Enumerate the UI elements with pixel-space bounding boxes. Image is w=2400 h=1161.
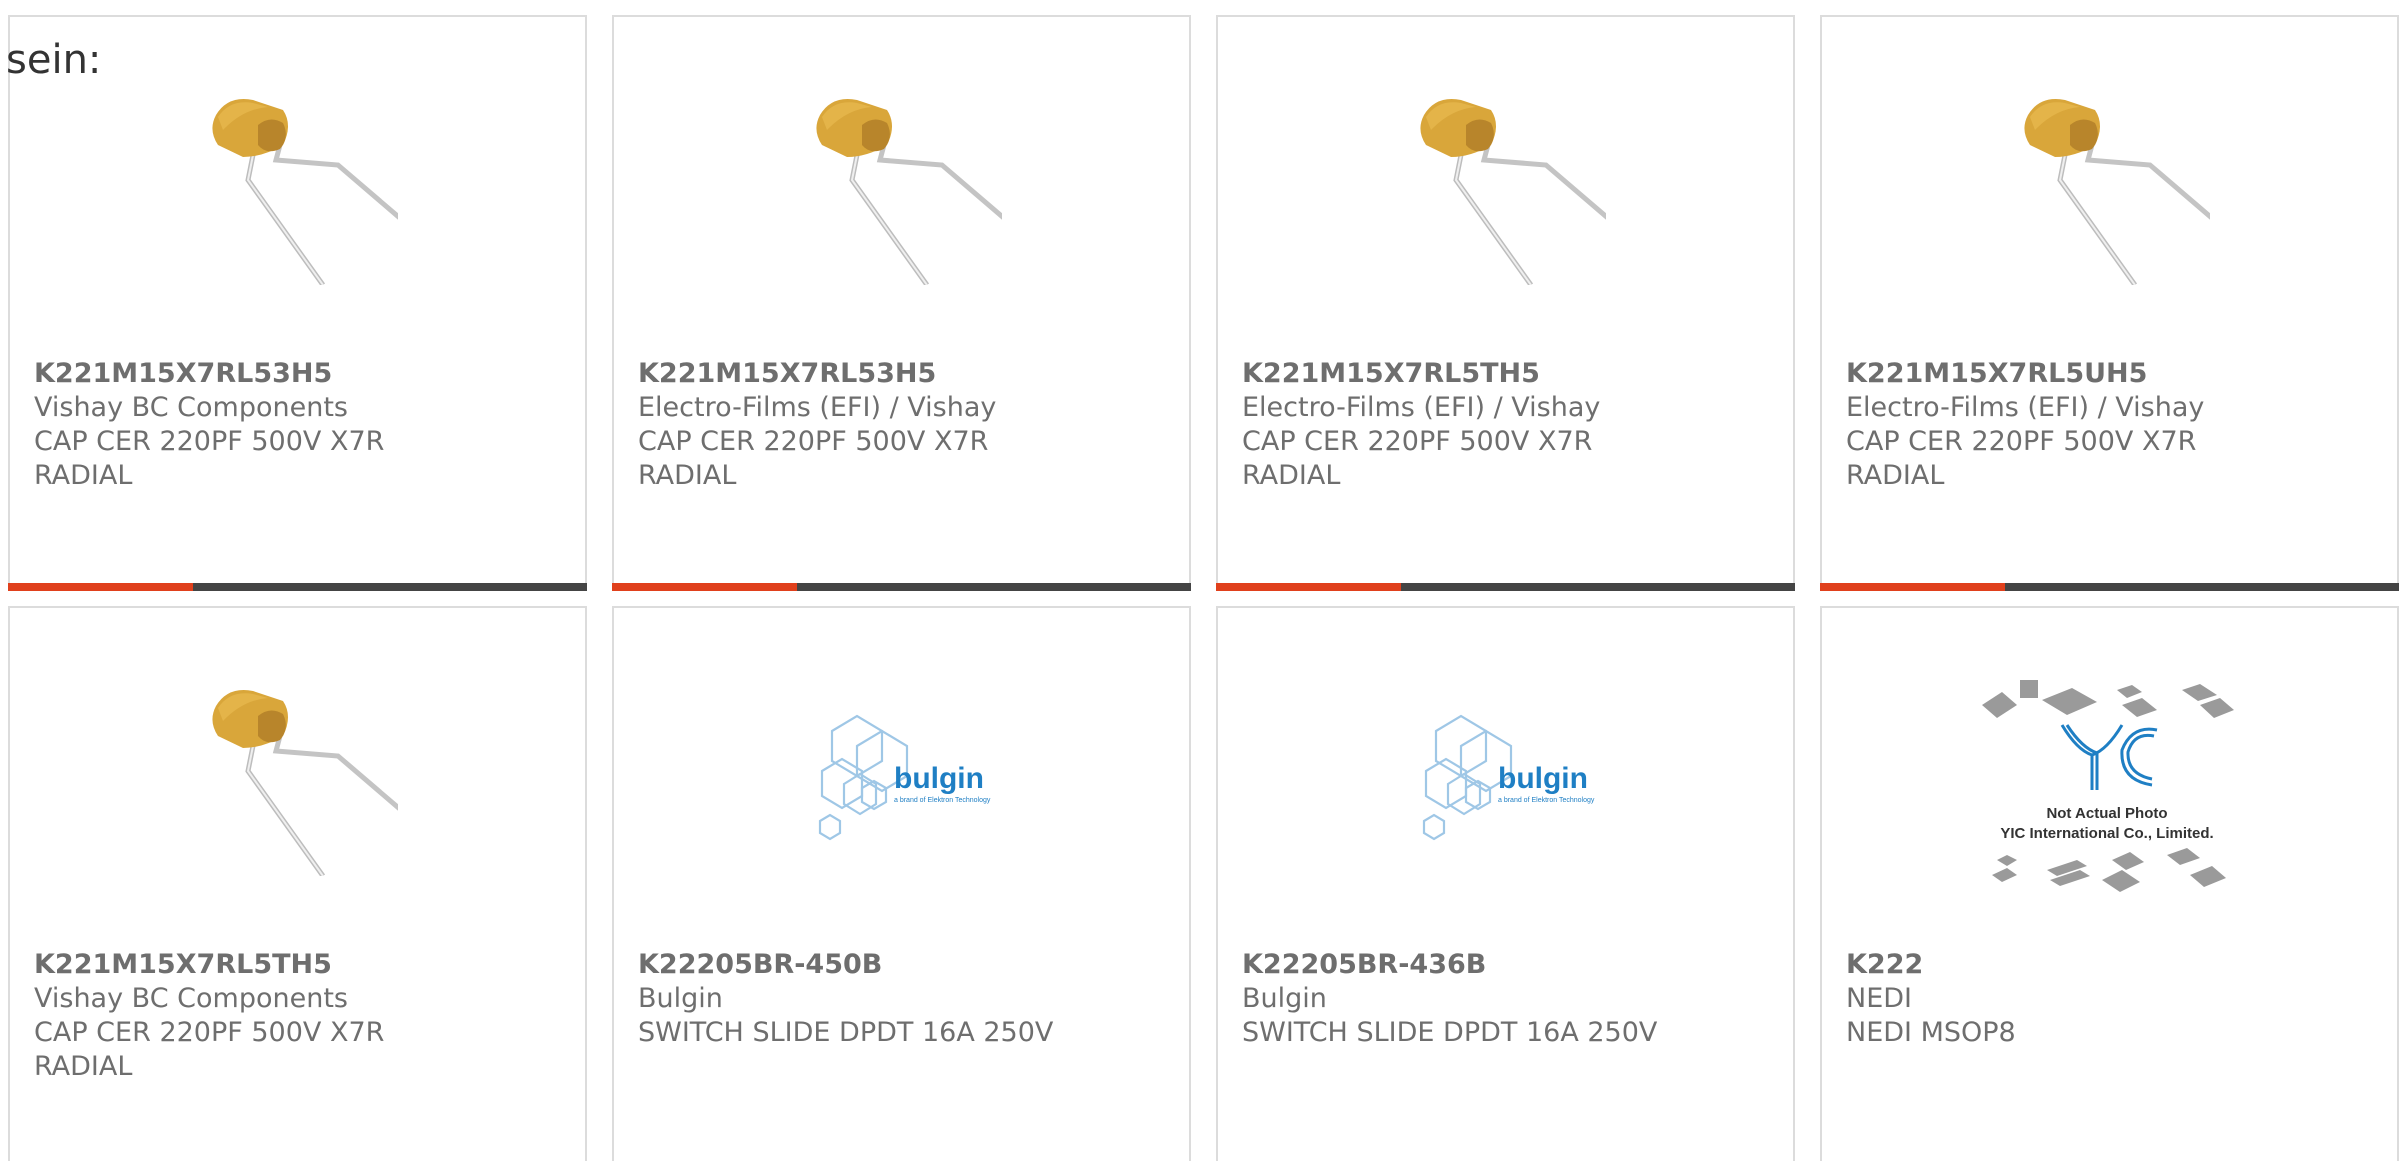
product-info: K221M15X7RL53H5 Electro-Films (EFI) / Vis… <box>638 357 1169 493</box>
card-status-bar <box>1216 583 1795 591</box>
part-number[interactable]: K22205BR-436B <box>1242 948 1773 982</box>
bulgin-logo-subtext: a brand of Elektron Technology <box>894 797 991 804</box>
product-info: K22205BR-450B Bulgin SWITCH SLIDE DPDT 16A… <box>638 948 1169 1050</box>
product-image[interactable] <box>2010 85 2210 285</box>
product-card[interactable]: bulgin a brand of Elektron Technology K22… <box>612 606 1191 1161</box>
card-status-bar <box>8 583 587 591</box>
product-card[interactable]: K221M15X7RL5TH5 Electro-Films (EFI) / Vis… <box>1216 15 1795 591</box>
description-line: RADIAL <box>1242 460 1341 491</box>
capacitor-icon <box>198 676 398 876</box>
bar-accent-segment <box>8 583 193 591</box>
card-status-bar <box>1820 583 2399 591</box>
product-card[interactable]: K221M15X7RL53H5 Electro-Films (EFI) / Vis… <box>612 15 1191 591</box>
description-line: SWITCH SLIDE DPDT 16A 250V <box>638 1017 1054 1048</box>
manufacturer: Electro-Films (EFI) / Vishay <box>1242 392 1601 423</box>
manufacturer: Bulgin <box>638 983 723 1014</box>
description-line: CAP CER 220PF 500V X7R <box>34 426 385 457</box>
description-line: SWITCH SLIDE DPDT 16A 250V <box>1242 1017 1658 1048</box>
bulgin-logo-text: bulgin <box>1498 762 1588 795</box>
intro-text: sein: <box>6 37 102 83</box>
part-number[interactable]: K222 <box>1846 948 2377 982</box>
bar-dark-segment <box>193 583 587 591</box>
part-number[interactable]: K221M15X7RL5TH5 <box>34 948 565 982</box>
manufacturer: Electro-Films (EFI) / Vishay <box>1846 392 2205 423</box>
description-line: RADIAL <box>34 460 133 491</box>
manufacturer: NEDI <box>1846 983 1913 1014</box>
description-line: RADIAL <box>34 1051 133 1082</box>
part-number[interactable]: K221M15X7RL53H5 <box>638 357 1169 391</box>
description-line: RADIAL <box>1846 460 1945 491</box>
product-info: K22205BR-436B Bulgin SWITCH SLIDE DPDT 16A… <box>1242 948 1773 1050</box>
page: sein: K221M15X7RL53H5 Vishay BC Component… <box>0 0 2400 1161</box>
capacitor-icon <box>1406 85 1606 285</box>
card-status-bar <box>612 583 1191 591</box>
bulgin-logo-subtext: a brand of Elektron Technology <box>1498 797 1595 804</box>
description-line: NEDI MSOP8 <box>1846 1017 2016 1048</box>
manufacturer: Vishay BC Components <box>34 392 348 423</box>
capacitor-icon <box>802 85 1002 285</box>
bar-dark-segment <box>797 583 1191 591</box>
product-image[interactable] <box>198 85 398 285</box>
bulgin-logo-icon: bulgin a brand of Elektron Technology <box>1422 714 1595 841</box>
product-info: K221M15X7RL53H5 Vishay BC Components CAP C… <box>34 357 565 493</box>
bar-dark-segment <box>1401 583 1795 591</box>
product-card[interactable]: K221M15X7RL53H5 Vishay BC Components CAP C… <box>8 15 587 591</box>
product-card[interactable]: K221M15X7RL5TH5 Vishay BC Components CAP C… <box>8 606 587 1161</box>
product-info: K222 NEDI NEDI MSOP8 <box>1846 948 2377 1050</box>
product-grid: K221M15X7RL53H5 Vishay BC Components CAP C… <box>8 15 2399 1161</box>
part-number[interactable]: K221M15X7RL53H5 <box>34 357 565 391</box>
product-info: K221M15X7RL5UH5 Electro-Films (EFI) / Vis… <box>1846 357 2377 493</box>
product-image[interactable] <box>1406 85 1606 285</box>
manufacturer: Bulgin <box>1242 983 1327 1014</box>
product-info: K221M15X7RL5TH5 Vishay BC Components CAP C… <box>34 948 565 1084</box>
product-card[interactable]: bulgin a brand of Elektron Technology K22… <box>1216 606 1795 1161</box>
part-number[interactable]: K221M15X7RL5UH5 <box>1846 357 2377 391</box>
bar-dark-segment <box>2005 583 2399 591</box>
description-line: RADIAL <box>638 460 737 491</box>
description-line: CAP CER 220PF 500V X7R <box>638 426 989 457</box>
bulgin-logo-text: bulgin <box>894 762 984 795</box>
product-info: K221M15X7RL5TH5 Electro-Films (EFI) / Vis… <box>1242 357 1773 493</box>
capacitor-icon <box>2010 85 2210 285</box>
capacitor-icon <box>198 85 398 285</box>
bar-accent-segment <box>1820 583 2005 591</box>
part-number[interactable]: K22205BR-450B <box>638 948 1169 982</box>
placeholder-line2: YIC International Co., Limited. <box>2000 825 2213 842</box>
bar-accent-segment <box>612 583 797 591</box>
description-line: CAP CER 220PF 500V X7R <box>1846 426 2197 457</box>
bulgin-logo-icon: bulgin a brand of Elektron Technology <box>818 714 991 841</box>
manufacturer: Vishay BC Components <box>34 983 348 1014</box>
bar-accent-segment <box>1216 583 1401 591</box>
product-image[interactable] <box>802 85 1002 285</box>
product-image[interactable]: bulgin a brand of Elektron Technology <box>1406 676 1606 876</box>
placeholder-line1: Not Actual Photo <box>2046 805 2167 822</box>
description-line: CAP CER 220PF 500V X7R <box>1242 426 1593 457</box>
description-line: CAP CER 220PF 500V X7R <box>34 1017 385 1048</box>
product-card[interactable]: Not Actual Photo YIC International Co., … <box>1820 606 2399 1161</box>
product-image[interactable]: bulgin a brand of Elektron Technology <box>802 676 1002 876</box>
product-card[interactable]: K221M15X7RL5UH5 Electro-Films (EFI) / Vis… <box>1820 15 2399 591</box>
product-image[interactable]: Not Actual Photo YIC International Co., … <box>1972 670 2242 910</box>
product-image[interactable] <box>198 676 398 876</box>
yic-placeholder-icon: Not Actual Photo YIC International Co., … <box>1982 680 2234 892</box>
manufacturer: Electro-Films (EFI) / Vishay <box>638 392 997 423</box>
part-number[interactable]: K221M15X7RL5TH5 <box>1242 357 1773 391</box>
